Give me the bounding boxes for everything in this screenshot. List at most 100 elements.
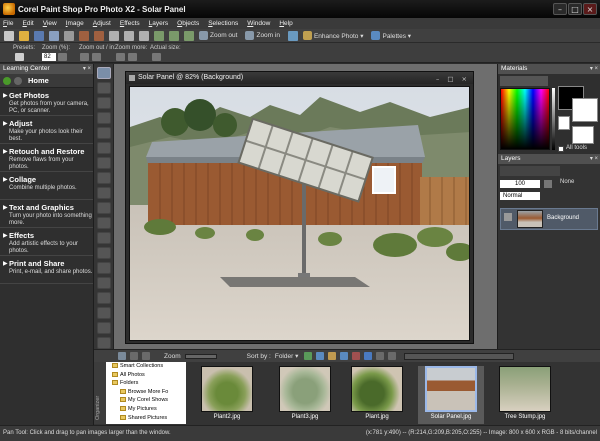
scan-icon[interactable]: [49, 30, 59, 41]
learning-item-retouch-and-restore[interactable]: ▶ Retouch and Restore Remove flaws from yo…: [0, 144, 93, 172]
organizer-delete-icon[interactable]: [352, 352, 361, 360]
new-file-icon[interactable]: [4, 30, 14, 41]
grayscale-strip[interactable]: [552, 88, 555, 150]
menu-selections[interactable]: Selections: [208, 20, 238, 27]
thumbnail-item[interactable]: Plant2.jpg: [194, 366, 260, 424]
dodge-tool-icon[interactable]: [96, 337, 111, 349]
image-window-controls[interactable]: – □ ×: [436, 73, 470, 85]
menu-layers[interactable]: Layers: [149, 20, 169, 27]
materials-controls-icon[interactable]: ▾ ×: [590, 64, 598, 74]
menu-file[interactable]: File: [3, 20, 14, 27]
learning-item-effects[interactable]: ▶ Effects Add artistic effects to your pho…: [0, 228, 93, 256]
folder-tree-item[interactable]: Smart Collections: [106, 362, 186, 371]
thumbnail-item[interactable]: Tree Stump.jpg: [492, 366, 558, 424]
zoom-spin-icon[interactable]: [58, 53, 67, 61]
paste-icon[interactable]: [139, 30, 149, 41]
eraser-tool-icon[interactable]: [96, 277, 111, 289]
scratch-remover-tool-icon[interactable]: [96, 262, 111, 274]
learning-item-get-photos[interactable]: ▶ Get Photos Get photos from your camera, …: [0, 88, 93, 116]
actual-size-icon[interactable]: [152, 53, 161, 61]
zoom-percent-field[interactable]: 82: [42, 53, 56, 61]
menu-effects[interactable]: Effects: [120, 20, 140, 27]
pan-tool-icon[interactable]: [96, 67, 111, 79]
open-folder-icon[interactable]: [19, 30, 29, 41]
folder-tree-item[interactable]: All Photos: [106, 371, 186, 380]
organizer-side-tab[interactable]: Organizer: [94, 362, 106, 424]
opacity-arrow-icon[interactable]: [544, 180, 552, 188]
layer-lock-none[interactable]: None: [560, 179, 574, 185]
clone-tool-icon[interactable]: [96, 247, 111, 259]
perspective-tool-icon[interactable]: [96, 202, 111, 214]
cut-icon[interactable]: [109, 30, 119, 41]
forward-arrow-icon[interactable]: [14, 76, 22, 85]
learning-item-collage[interactable]: ▶ Collage Combine multiple photos.: [0, 172, 93, 200]
menu-objects[interactable]: Objects: [177, 20, 199, 27]
organizer-menu-icon[interactable]: [118, 352, 126, 360]
menu-help[interactable]: Help: [279, 20, 292, 27]
learning-item-print-and-share[interactable]: ▶ Print and Share Print, e-mail, and share…: [0, 256, 93, 284]
menu-adjust[interactable]: Adjust: [93, 20, 111, 27]
menu-view[interactable]: View: [43, 20, 57, 27]
organizer-refresh-icon[interactable]: [130, 352, 138, 360]
organizer-share-icon[interactable]: [340, 352, 349, 360]
undo-icon[interactable]: [79, 30, 89, 41]
dropper-tool-icon[interactable]: [96, 157, 111, 169]
zoom-more-in-icon[interactable]: [128, 53, 137, 61]
maximize-button[interactable]: □: [568, 3, 582, 15]
palette-controls-icon[interactable]: ▾ ×: [83, 64, 91, 74]
organizer-icon[interactable]: [287, 30, 298, 41]
resize-icon[interactable]: [169, 30, 179, 41]
print-icon[interactable]: [64, 30, 74, 41]
menu-window[interactable]: Window: [247, 20, 270, 27]
home-link[interactable]: Home: [28, 76, 49, 85]
enhance-photo-menu[interactable]: Enhance Photo ▾: [302, 31, 363, 40]
zoom-in-button[interactable]: Zoom in: [245, 31, 280, 40]
save-icon[interactable]: [34, 30, 44, 41]
freehand-selection-tool-icon[interactable]: [96, 127, 111, 139]
paint-brush-tool-icon[interactable]: [96, 292, 111, 304]
pan-tool-preset-icon[interactable]: [15, 53, 24, 61]
organizer-search-field[interactable]: [404, 352, 515, 360]
layer-row-background[interactable]: Background: [500, 208, 598, 230]
organizer-email-icon[interactable]: [316, 352, 325, 360]
airbrush-tool-icon[interactable]: [96, 307, 111, 319]
layers-controls-icon[interactable]: ▾ ×: [590, 154, 598, 164]
menu-image[interactable]: Image: [66, 20, 84, 27]
organizer-action-icon[interactable]: [304, 352, 313, 360]
folder-tree-item[interactable]: Folders: [106, 379, 186, 388]
palettes-menu[interactable]: Palettes ▾: [371, 31, 411, 40]
background-color-swatch[interactable]: [572, 98, 598, 122]
zoom-in-small-icon[interactable]: [92, 53, 101, 61]
rotate-icon[interactable]: [184, 30, 194, 41]
crop-tool-icon[interactable]: [96, 172, 111, 184]
redo-icon[interactable]: [94, 30, 104, 41]
layers-toolbar[interactable]: [500, 166, 560, 176]
copy-icon[interactable]: [124, 30, 134, 41]
learning-item-adjust[interactable]: ▶ Adjust Make your photos look their best.: [0, 116, 93, 144]
red-eye-tool-icon[interactable]: [96, 217, 111, 229]
makeover-tool-icon[interactable]: [96, 232, 111, 244]
photo-canvas[interactable]: [129, 86, 470, 341]
color-spectrum[interactable]: [500, 88, 550, 150]
organizer-rotate-icon[interactable]: [376, 352, 385, 360]
sort-by-select[interactable]: Folder ▾: [275, 352, 299, 360]
thumbnail-item[interactable]: Plant.jpg: [344, 366, 410, 424]
layer-opacity-field[interactable]: 100: [500, 180, 540, 188]
selection-tool-icon[interactable]: [96, 112, 111, 124]
zoom-out-button[interactable]: Zoom out: [199, 31, 237, 40]
folder-tree-item[interactable]: Browse More Fo: [106, 388, 186, 397]
zoom-more-out-icon[interactable]: [116, 53, 125, 61]
thumbnail-zoom-slider[interactable]: [184, 353, 217, 359]
blend-mode-select[interactable]: Normal: [500, 192, 540, 200]
all-tools-checkbox[interactable]: [558, 146, 564, 152]
zoom-tool-icon[interactable]: [96, 82, 111, 94]
close-button[interactable]: ×: [583, 3, 597, 15]
magic-wand-tool-icon[interactable]: [96, 142, 111, 154]
folder-tree-item[interactable]: My Pictures: [106, 405, 186, 414]
foreground-material-swatch[interactable]: [558, 116, 570, 130]
thumbnail-item[interactable]: Plant3.jpg: [272, 366, 338, 424]
zoom-out-small-icon[interactable]: [80, 53, 89, 61]
organizer-view-icon[interactable]: [142, 352, 150, 360]
folder-tree-item[interactable]: Shared Pictures: [106, 414, 186, 423]
lighten-darken-tool-icon[interactable]: [96, 322, 111, 334]
